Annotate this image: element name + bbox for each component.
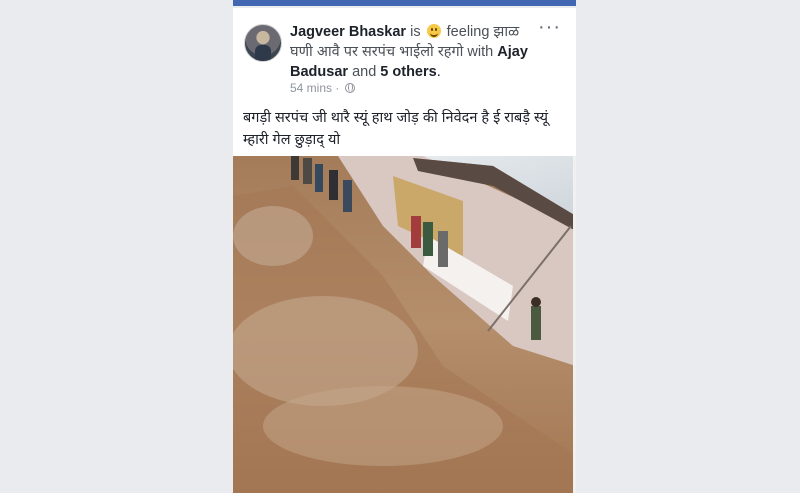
post-header-text: Jagveer Bhaskar is feeling झाळ घणी आवै प…	[290, 22, 530, 82]
post-body-text: बगड़ी सरपंच जी थारै स्यूं हाथ जोड़ की नि…	[243, 110, 549, 148]
meta-separator: ·	[335, 81, 340, 95]
avatar[interactable]	[244, 24, 282, 62]
puddle-2	[263, 386, 503, 466]
with-text: with	[467, 44, 494, 60]
is-text: is	[410, 24, 421, 40]
more-dots-icon[interactable]: ···	[538, 17, 560, 37]
post-time[interactable]: 54 mins	[290, 81, 332, 95]
globe-icon[interactable]	[344, 83, 355, 93]
facebook-top-bar	[233, 0, 576, 6]
others-link[interactable]: 5 others	[380, 64, 436, 80]
photo-edge	[573, 156, 576, 493]
and-text: and	[352, 64, 377, 80]
post-card: Jagveer Bhaskar is feeling झाळ घणी आवै प…	[233, 8, 576, 493]
smiley-emoji-icon	[426, 24, 441, 38]
post-photo[interactable]	[233, 156, 576, 493]
feeling-label: feeling	[446, 24, 490, 40]
author-name[interactable]: Jagveer Bhaskar	[290, 24, 406, 40]
post-header: Jagveer Bhaskar is feeling झाळ घणी आवै प…	[233, 8, 576, 108]
period: .	[436, 64, 441, 80]
post-meta: 54 mins ·	[290, 81, 355, 95]
puddle-3	[233, 206, 313, 266]
